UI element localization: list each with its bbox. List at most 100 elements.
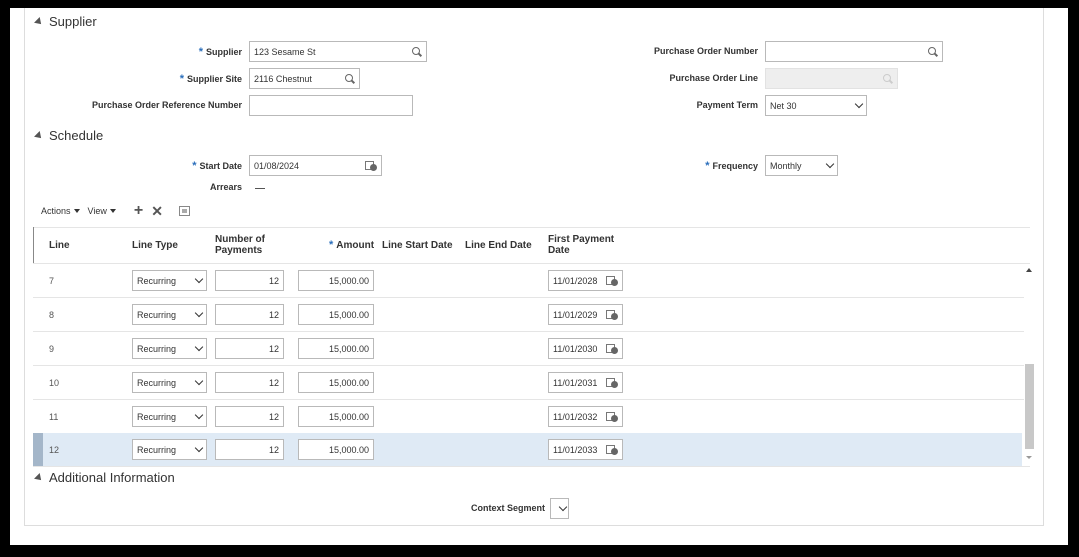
scroll-thumb[interactable] [1025, 364, 1034, 449]
po-line-input [765, 68, 898, 89]
caret-down-icon [109, 209, 116, 213]
line-type-select[interactable]: Recurring [132, 270, 207, 291]
row-selection-marker [33, 433, 43, 466]
form-panel: Supplier * Supplier 123 Sesame St * Suppli… [24, 8, 1044, 526]
po-reference-label: Purchase Order Reference Number [91, 100, 242, 110]
first-payment-date-input[interactable]: 11/01/2033 [548, 439, 623, 460]
caret-down-icon [73, 209, 80, 213]
amount-input[interactable]: 15,000.00 [298, 439, 374, 460]
actions-menu[interactable]: Actions [41, 206, 80, 216]
po-number-input[interactable] [765, 41, 943, 62]
additional-section-title: Additional Information [49, 470, 175, 485]
supplier-label: * Supplier [198, 46, 242, 58]
line-number: 11 [49, 412, 59, 422]
column-header-line-end-date: Line End Date [465, 240, 532, 251]
first-payment-date-input[interactable]: 11/01/2031 [548, 372, 623, 393]
additional-section-header[interactable]: Additional Information [34, 470, 175, 485]
payments-input[interactable]: 12 [215, 338, 284, 359]
supplier-site-label: * Supplier Site [179, 73, 242, 85]
table-row[interactable]: 7 Recurring 12 15,000.00 11/01/2028 [33, 264, 1022, 297]
chevron-down-icon [194, 274, 204, 283]
po-line-label: Purchase Order Line [669, 73, 758, 83]
detach-table-icon[interactable] [178, 206, 190, 216]
payment-term-label: Payment Term [696, 100, 758, 110]
view-menu[interactable]: View [88, 206, 116, 216]
amount-input[interactable]: 15,000.00 [298, 338, 374, 359]
search-icon[interactable] [412, 46, 422, 57]
chevron-down-icon [825, 159, 835, 168]
calendar-icon[interactable] [606, 309, 618, 320]
po-number-label: Purchase Order Number [653, 46, 758, 56]
payments-input[interactable]: 12 [215, 304, 284, 325]
payments-input[interactable]: 12 [215, 270, 284, 291]
line-number: 10 [49, 378, 60, 388]
calendar-icon[interactable] [606, 377, 618, 388]
line-type-select[interactable]: Recurring [132, 304, 207, 325]
search-icon[interactable] [928, 46, 938, 57]
table-row[interactable]: 10 Recurring 12 15,000.00 11/01/2031 [33, 366, 1022, 399]
line-type-select[interactable]: Recurring [132, 439, 207, 460]
chevron-down-icon [854, 99, 864, 108]
calendar-icon[interactable] [606, 275, 618, 286]
table-row[interactable]: 8 Recurring 12 15,000.00 11/01/2029 [33, 298, 1022, 331]
first-payment-date-input[interactable]: 11/01/2030 [548, 338, 623, 359]
schedule-section-title: Schedule [49, 128, 104, 143]
collapse-triangle-icon [34, 130, 44, 141]
supplier-section-header[interactable]: Supplier [34, 14, 97, 29]
frequency-label: * Frequency [705, 160, 758, 172]
supplier-input[interactable]: 123 Sesame St [249, 41, 427, 62]
supplier-section-title: Supplier [49, 14, 97, 29]
scroll-down-arrow-icon[interactable] [1026, 456, 1032, 459]
table-row[interactable]: 9 Recurring 12 15,000.00 11/01/2030 [33, 332, 1022, 365]
start-date-input[interactable]: 01/08/2024 [249, 155, 382, 176]
chevron-down-icon [194, 410, 204, 419]
context-segment-select[interactable] [550, 498, 569, 519]
start-date-label: * Start Date [192, 160, 242, 172]
delete-row-icon[interactable]: ✕ [151, 204, 163, 218]
line-number: 9 [49, 344, 55, 354]
column-header-first-payment-date: First Payment Date [548, 234, 615, 256]
table-row-selected[interactable]: 12 Recurring 12 15,000.00 11/01/2033 [33, 433, 1022, 466]
payments-input[interactable]: 12 [215, 406, 284, 427]
table-row[interactable]: 11 Recurring 12 15,000.00 11/01/2032 [33, 400, 1022, 433]
first-payment-date-input[interactable]: 11/01/2028 [548, 270, 623, 291]
payments-input[interactable]: 12 [215, 372, 284, 393]
line-number: 8 [49, 310, 55, 320]
calendar-icon[interactable] [365, 160, 377, 171]
column-header-line-start-date: Line Start Date [382, 240, 453, 251]
line-type-select[interactable]: Recurring [132, 338, 207, 359]
first-payment-date-input[interactable]: 11/01/2032 [548, 406, 623, 427]
column-header-line: Line [49, 240, 70, 251]
amount-input[interactable]: 15,000.00 [298, 304, 374, 325]
search-icon[interactable] [345, 73, 355, 84]
table-toolbar: Actions View + ✕ [41, 203, 190, 219]
first-payment-date-input[interactable]: 11/01/2029 [548, 304, 623, 325]
scroll-up-arrow-icon[interactable] [1026, 268, 1032, 272]
chevron-down-icon [194, 376, 204, 385]
line-type-select[interactable]: Recurring [132, 406, 207, 427]
line-type-select[interactable]: Recurring [132, 372, 207, 393]
calendar-icon[interactable] [606, 343, 618, 354]
payments-input[interactable]: 12 [215, 439, 284, 460]
frequency-select[interactable]: Monthly [765, 155, 838, 176]
add-row-icon[interactable]: + [134, 203, 143, 219]
collapse-triangle-icon [34, 472, 44, 483]
calendar-icon[interactable] [606, 444, 618, 455]
chevron-down-icon [194, 443, 204, 452]
app-frame: Supplier * Supplier 123 Sesame St * Suppli… [10, 8, 1068, 545]
schedule-section-header[interactable]: Schedule [34, 128, 104, 143]
chevron-down-icon [558, 502, 568, 511]
amount-input[interactable]: 15,000.00 [298, 406, 374, 427]
amount-input[interactable]: 15,000.00 [298, 270, 374, 291]
po-reference-input[interactable] [249, 95, 413, 116]
amount-input[interactable]: 15,000.00 [298, 372, 374, 393]
table-scrollbar[interactable] [1024, 264, 1035, 464]
payment-term-select[interactable]: Net 30 [765, 95, 867, 116]
supplier-site-input[interactable]: 2116 Chestnut [249, 68, 360, 89]
line-number: 12 [49, 445, 60, 455]
chevron-down-icon [194, 308, 204, 317]
header-marker [33, 227, 43, 263]
collapse-triangle-icon [34, 16, 44, 27]
calendar-icon[interactable] [606, 411, 618, 422]
chevron-down-icon [194, 342, 204, 351]
